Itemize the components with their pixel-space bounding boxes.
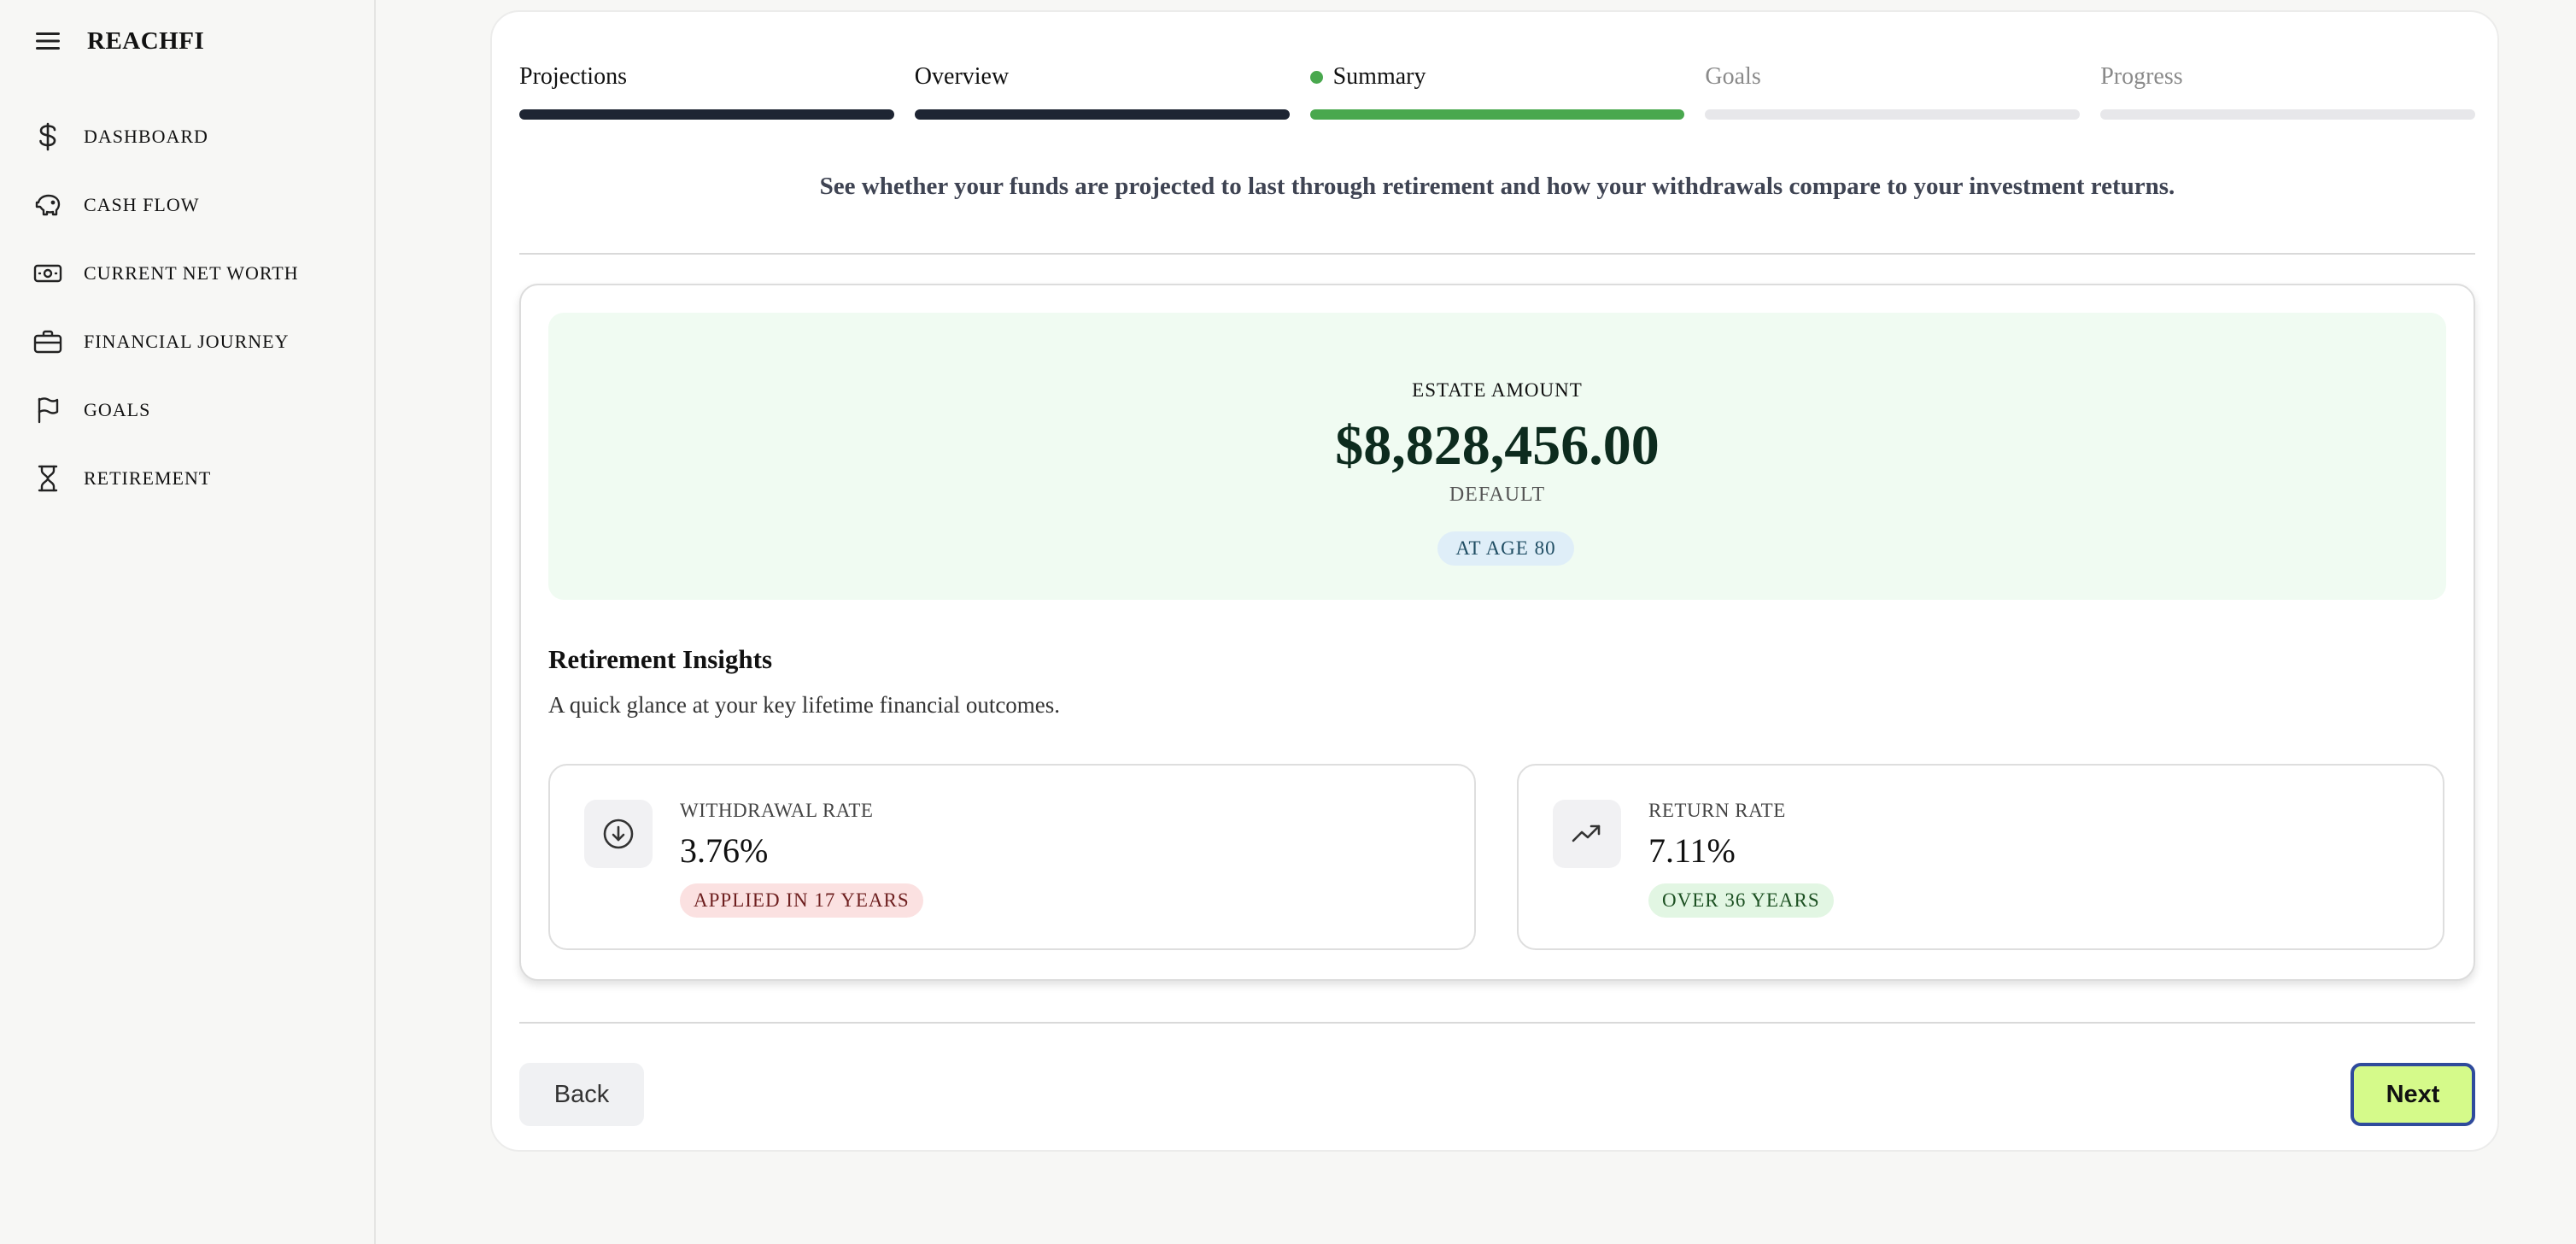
metric-value: 7.11% xyxy=(1648,831,1736,870)
step-label: Projections xyxy=(519,63,627,90)
sidebar-item-label: RETIREMENT xyxy=(84,467,212,489)
dollar-icon xyxy=(31,120,65,154)
sidebar-nav: DASHBOARD CASH FLOW CURRENT NET WORTH FI… xyxy=(27,103,360,513)
step-progress-bar xyxy=(914,109,1290,120)
sidebar-item-dashboard[interactable]: DASHBOARD xyxy=(27,103,360,171)
app-root: REACHFI DASHBOARD CASH FLOW CURRENT NET … xyxy=(0,0,2576,1244)
sidebar-item-retirement[interactable]: RETIREMENT xyxy=(27,444,360,513)
flag-icon xyxy=(31,393,65,427)
insights-title: Retirement Insights xyxy=(548,644,773,674)
sidebar-item-current-net-worth[interactable]: CURRENT NET WORTH xyxy=(27,239,360,308)
step-label: Goals xyxy=(1705,63,1761,90)
metric-label: WITHDRAWAL RATE xyxy=(680,800,874,821)
estate-amount-card: ESTATE AMOUNT $8,828,456.00 DEFAULT AT A… xyxy=(548,313,2446,600)
back-button[interactable]: Back xyxy=(519,1063,644,1126)
step-label: Summary xyxy=(1332,63,1426,90)
progress-stepper: Projections Overview Summary Goals Progr… xyxy=(519,62,2475,120)
sidebar-item-goals[interactable]: GOALS xyxy=(27,376,360,444)
step-summary[interactable]: Summary xyxy=(1309,62,1685,120)
arrow-down-circle-icon xyxy=(584,800,653,868)
divider xyxy=(519,1022,2475,1024)
metric-label: RETURN RATE xyxy=(1648,800,1786,821)
estate-scenario: DEFAULT xyxy=(1449,484,1546,506)
step-progress[interactable]: Progress xyxy=(2100,62,2475,120)
brand-header: REACHFI xyxy=(36,24,204,58)
divider xyxy=(519,253,2475,255)
summary-panel: ESTATE AMOUNT $8,828,456.00 DEFAULT AT A… xyxy=(519,284,2475,981)
sidebar-item-label: CURRENT NET WORTH xyxy=(84,262,299,284)
status-badge: OVER 36 YEARS xyxy=(1648,883,1834,918)
sidebar-item-label: DASHBOARD xyxy=(84,126,208,147)
hourglass-icon xyxy=(31,461,65,496)
trending-up-icon xyxy=(1553,800,1621,868)
age-badge: AT AGE 80 xyxy=(1437,531,1574,566)
status-badge: APPLIED IN 17 YEARS xyxy=(680,883,923,918)
active-step-dot-icon xyxy=(1309,70,1323,84)
banknote-icon xyxy=(31,256,65,290)
brand-name: REACHFI xyxy=(87,26,205,55)
hamburger-menu-icon[interactable] xyxy=(36,24,68,58)
step-progress-bar xyxy=(1705,109,2081,120)
step-progress-bar xyxy=(2100,109,2475,120)
page-subtitle: See whether your funds are projected to … xyxy=(819,173,2175,200)
sidebar-item-cash-flow[interactable]: CASH FLOW xyxy=(27,171,360,239)
step-progress-bar xyxy=(519,109,894,120)
step-label: Progress xyxy=(2100,63,2183,90)
sidebar-item-label: GOALS xyxy=(84,399,151,420)
estate-label: ESTATE AMOUNT xyxy=(1412,379,1583,401)
sidebar-item-label: CASH FLOW xyxy=(84,194,200,215)
sidebar-item-label: FINANCIAL JOURNEY xyxy=(84,331,290,352)
insights-description: A quick glance at your key lifetime fina… xyxy=(548,692,1061,718)
step-goals[interactable]: Goals xyxy=(1705,62,2081,120)
sidebar: REACHFI DASHBOARD CASH FLOW CURRENT NET … xyxy=(0,0,376,1244)
main-card: Projections Overview Summary Goals Progr… xyxy=(490,10,2499,1152)
withdrawal-rate-card: WITHDRAWAL RATE 3.76% APPLIED IN 17 YEAR… xyxy=(548,764,1476,950)
briefcase-icon xyxy=(31,325,65,359)
step-overview[interactable]: Overview xyxy=(914,62,1290,120)
return-rate-card: RETURN RATE 7.11% OVER 36 YEARS xyxy=(1517,764,2444,950)
estate-amount-value: $8,828,456.00 xyxy=(1335,414,1660,477)
sidebar-item-financial-journey[interactable]: FINANCIAL JOURNEY xyxy=(27,308,360,376)
step-progress-bar xyxy=(1309,109,1685,120)
step-projections[interactable]: Projections xyxy=(519,62,894,120)
step-label: Overview xyxy=(914,63,1010,90)
next-button[interactable]: Next xyxy=(2351,1063,2475,1126)
metric-value: 3.76% xyxy=(680,831,769,870)
piggy-bank-icon xyxy=(31,188,65,222)
